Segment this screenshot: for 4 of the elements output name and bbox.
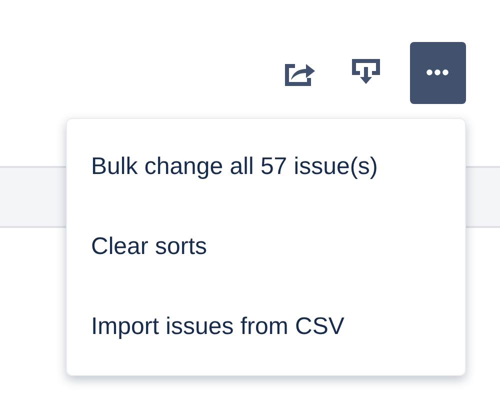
menu-item[interactable]: Clear sorts: [67, 207, 465, 287]
menu-item[interactable]: Bulk change all 57 issue(s): [67, 127, 465, 207]
menu-item[interactable]: Import issues from CSV: [67, 287, 465, 367]
more-button[interactable]: •••: [410, 42, 466, 104]
